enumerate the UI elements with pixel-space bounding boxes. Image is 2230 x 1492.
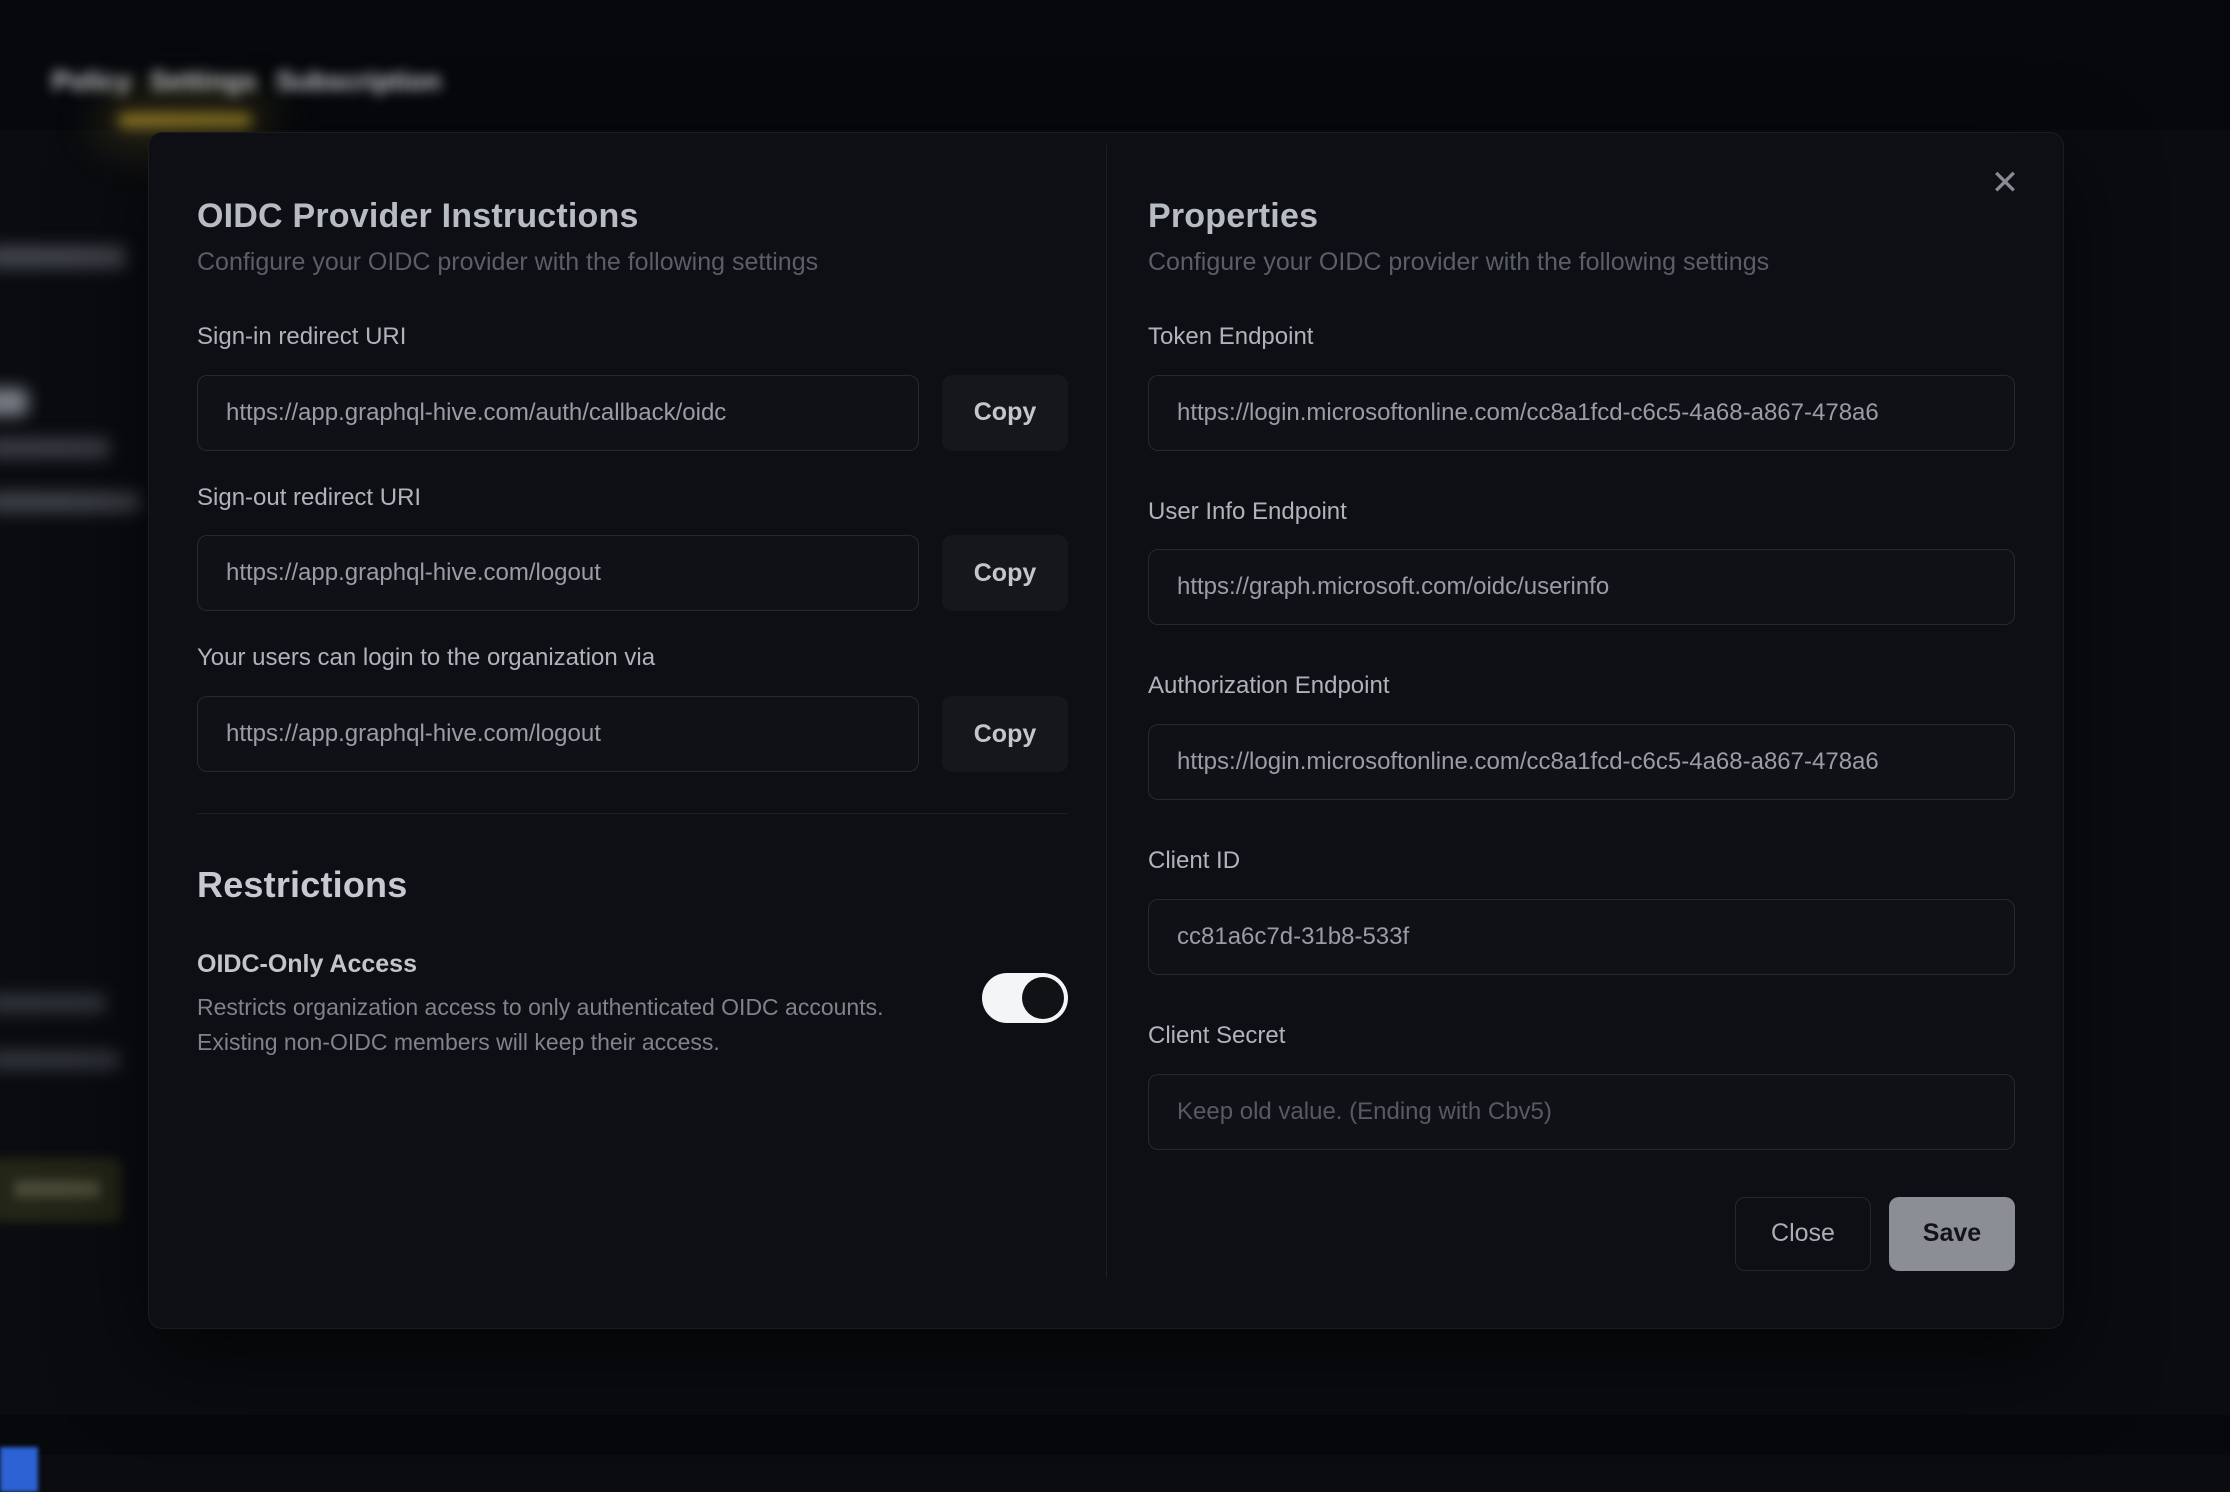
field-login-url: Your users can login to the organization… [197,644,1068,772]
field-label: Sign-out redirect URI [197,484,1068,513]
blurred-background-button [0,1158,122,1222]
oidc-only-access-text: OIDC-Only Access Restricts organization … [197,949,884,1059]
instructions-subtitle: Configure your OIDC provider with the fo… [197,247,1068,277]
blurred-text-fragment [0,492,140,512]
tab-settings[interactable]: Settings [150,66,257,97]
top-bar [0,0,2230,130]
blurred-text-fragment [0,1051,120,1069]
field-sign-in-redirect-uri: Sign-in redirect URI Copy [197,323,1068,451]
corner-blue-block [0,1447,38,1492]
instructions-column: OIDC Provider Instructions Configure you… [149,133,1106,1328]
blurred-button-label [14,1180,100,1198]
close-button[interactable]: Close [1735,1197,1871,1271]
copy-button[interactable]: Copy [942,535,1068,611]
oidc-only-access-row: OIDC-Only Access Restricts organization … [197,949,1068,1059]
close-icon[interactable]: ✕ [1981,159,2029,207]
field-client-id: Client ID [1148,847,2015,975]
field-label: Client ID [1148,847,2015,876]
modal-actions: Close Save [1148,1197,2015,1271]
column-divider [1106,145,1107,1278]
field-token-endpoint: Token Endpoint [1148,323,2015,451]
properties-subtitle: Configure your OIDC provider with the fo… [1148,247,2015,277]
blurred-text-fragment [0,994,106,1012]
section-divider [197,813,1068,814]
tab-policy[interactable]: Policy [52,66,132,97]
sign-out-redirect-uri-input[interactable] [197,535,919,611]
active-tab-underline [118,114,252,127]
field-label: Sign-in redirect URI [197,323,1068,352]
client-id-input[interactable] [1148,899,2015,975]
restrictions-title: Restrictions [197,864,1068,906]
copy-button[interactable]: Copy [942,375,1068,451]
oidc-only-access-toggle[interactable] [982,973,1068,1023]
oidc-only-access-description: Restricts organization access to only au… [197,990,884,1059]
tab-subscription[interactable]: Subscription [276,66,441,97]
blurred-text-fragment [0,438,110,458]
blurred-text-fragment [0,388,28,416]
toggle-thumb [1022,977,1064,1019]
instructions-title: OIDC Provider Instructions [197,196,1068,237]
field-label: Authorization Endpoint [1148,672,2015,701]
field-client-secret: Client Secret [1148,1022,2015,1150]
field-sign-out-redirect-uri: Sign-out redirect URI Copy [197,484,1068,612]
blurred-text-fragment [0,246,126,268]
field-label: User Info Endpoint [1148,498,2015,527]
token-endpoint-input[interactable] [1148,375,2015,451]
authorization-endpoint-input[interactable] [1148,724,2015,800]
field-user-info-endpoint: User Info Endpoint [1148,498,2015,626]
copy-button[interactable]: Copy [942,696,1068,772]
field-label: Token Endpoint [1148,323,2015,352]
user-info-endpoint-input[interactable] [1148,549,2015,625]
oidc-only-access-label: OIDC-Only Access [197,949,884,979]
sign-in-redirect-uri-input[interactable] [197,375,919,451]
save-button[interactable]: Save [1889,1197,2015,1271]
field-label: Client Secret [1148,1022,2015,1051]
field-label: Your users can login to the organization… [197,644,1068,673]
bottom-band [0,1415,2230,1455]
field-authorization-endpoint: Authorization Endpoint [1148,672,2015,800]
properties-title: Properties [1148,196,2015,237]
oidc-settings-modal: ✕ OIDC Provider Instructions Configure y… [148,132,2064,1329]
organization-login-url-input[interactable] [197,696,919,772]
properties-column: Properties Configure your OIDC provider … [1106,133,2063,1328]
client-secret-input[interactable] [1148,1074,2015,1150]
